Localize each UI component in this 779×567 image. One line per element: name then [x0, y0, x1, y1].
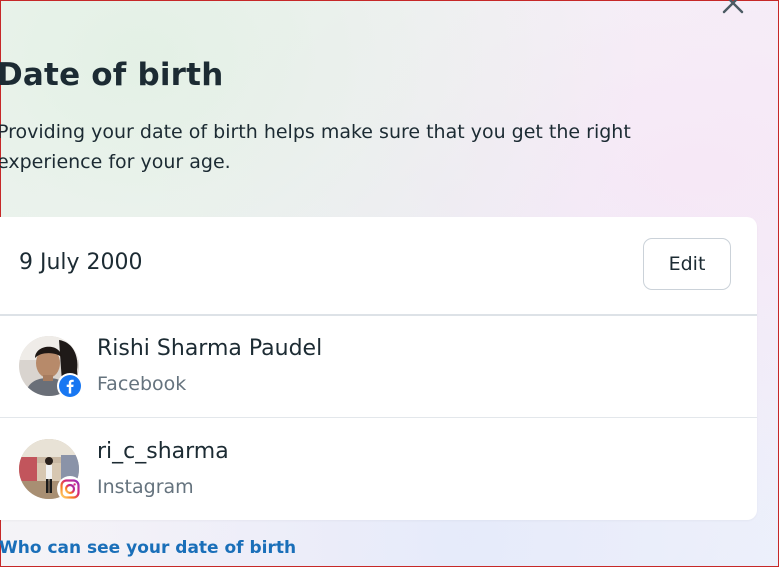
- page-title: Date of birth: [0, 57, 224, 93]
- account-name: ri_c_sharma: [97, 439, 229, 464]
- account-row-facebook[interactable]: Rishi Sharma Paudel Facebook: [0, 316, 757, 418]
- who-can-see-link[interactable]: Who can see your date of birth: [0, 538, 296, 558]
- account-name: Rishi Sharma Paudel: [97, 336, 323, 361]
- dob-value: 9 July 2000: [19, 250, 143, 275]
- edit-button[interactable]: Edit: [643, 238, 731, 290]
- close-button[interactable]: [713, 0, 753, 17]
- account-platform: Facebook: [97, 373, 187, 395]
- dob-row: 9 July 2000 Edit: [0, 217, 757, 314]
- page-description: Providing your date of birth helps make …: [0, 121, 631, 173]
- account-row-instagram[interactable]: ri_c_sharma Instagram: [0, 418, 757, 520]
- close-icon: [722, 0, 744, 14]
- dob-card: 9 July 2000 Edit Rishi Sharma Paudel Fac…: [0, 217, 757, 520]
- instagram-icon: [57, 476, 83, 502]
- account-platform: Instagram: [97, 476, 194, 498]
- facebook-icon: [57, 373, 83, 399]
